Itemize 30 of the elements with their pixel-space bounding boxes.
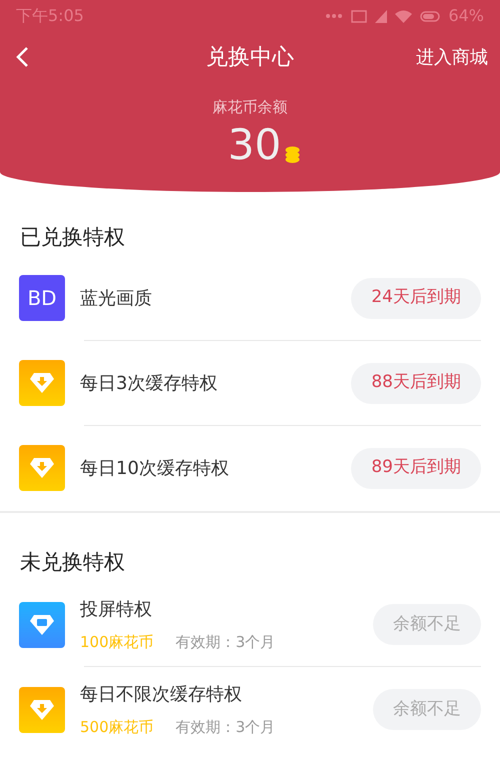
- privilege-name: 每日10次缓存特权: [80, 456, 230, 480]
- bd-icon: BD: [19, 275, 65, 321]
- page-title: 兑换中心: [206, 44, 294, 72]
- diamond-download-icon: [19, 360, 65, 406]
- more-dots-icon: [325, 14, 344, 18]
- expiry-button[interactable]: 88天后到期: [351, 362, 481, 404]
- wifi-icon: [395, 10, 412, 22]
- section-title: 已兑换特权: [20, 225, 125, 249]
- enter-mall-link[interactable]: 进入商城: [416, 44, 488, 70]
- diamond-download-icon: [19, 686, 65, 732]
- privilege-name: 投屏特权: [80, 598, 153, 622]
- price-text: 500麻花币: [80, 716, 154, 738]
- validity-text: 有效期：3个月: [176, 716, 276, 738]
- section-title: 未兑换特权: [20, 550, 125, 574]
- signal-icon: [375, 10, 388, 22]
- validity-text: 有效期：3个月: [176, 632, 276, 653]
- privilege-name: 每日不限次缓存特权: [80, 682, 243, 707]
- diamond-screen-icon: [19, 602, 65, 648]
- battery-percent: 64%: [448, 5, 484, 27]
- privilege-name: 每日3次缓存特权: [80, 372, 218, 396]
- status-time: 下午5:05: [16, 5, 84, 27]
- diamond-download-icon: [19, 445, 65, 491]
- price-text: 100麻花币: [80, 632, 154, 653]
- privilege-name: 蓝光画质: [80, 286, 153, 310]
- coins-icon: [285, 146, 300, 162]
- battery-icon: [420, 10, 440, 22]
- expiry-button[interactable]: 24天后到期: [351, 278, 481, 318]
- expiry-button[interactable]: 89天后到期: [351, 448, 481, 488]
- balance-label: 麻花币余额: [212, 97, 288, 118]
- balance-amount: 30: [228, 118, 282, 170]
